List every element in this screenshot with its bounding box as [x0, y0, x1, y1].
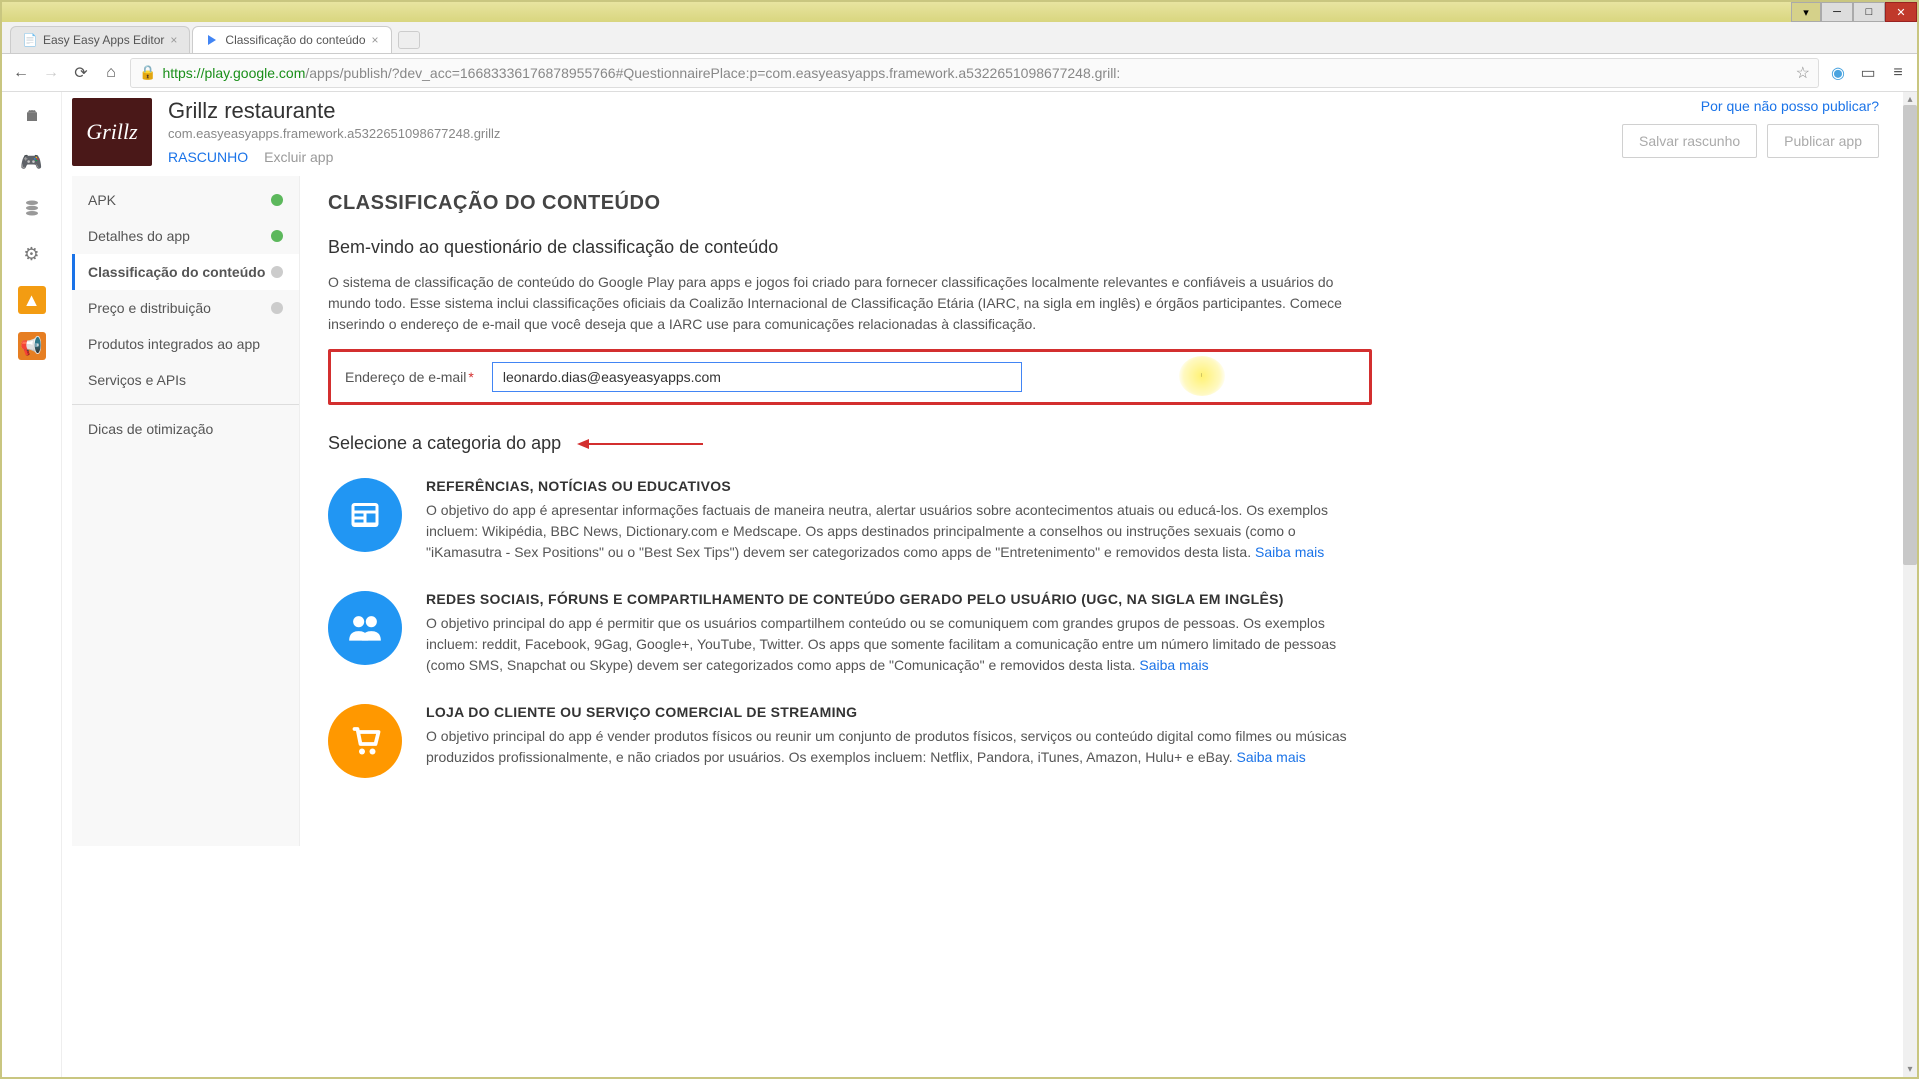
url-host: https://play.google.com [162, 65, 305, 81]
sidebar-item-pricing[interactable]: Preço e distribuição [72, 290, 299, 326]
status-dot-icon [271, 230, 283, 242]
new-tab-button[interactable] [398, 31, 420, 49]
tab-close-icon[interactable]: × [170, 33, 177, 47]
category-option[interactable]: REDES SOCIAIS, FÓRUNS E COMPARTILHAMENTO… [328, 591, 1372, 676]
news-icon [328, 478, 402, 552]
category-title: REFERÊNCIAS, NOTÍCIAS OU EDUCATIVOS [426, 478, 1372, 494]
maximize-button[interactable]: □ [1853, 2, 1885, 22]
app-window: ▾ ─ □ ✕ 📄 Easy Easy Apps Editor × Classi… [0, 0, 1919, 1079]
app-icon: Grillz [72, 98, 152, 166]
category-header: Selecione a categoria do app [328, 433, 1372, 454]
content-rating-page: CLASSIFICAÇÃO DO CONTEÚDO Bem-vindo ao q… [300, 176, 1400, 846]
tab-title: Easy Easy Apps Editor [43, 33, 164, 47]
status-dot-icon [271, 302, 283, 314]
play-icon [205, 33, 219, 47]
delete-app-link[interactable]: Excluir app [264, 149, 333, 165]
app-title: Grillz restaurante [168, 98, 1606, 124]
email-highlight-box: Endereço de e-mail* [328, 349, 1372, 405]
extension-icon[interactable]: ◉ [1827, 63, 1849, 83]
sidebar-item-label: APK [88, 192, 116, 208]
browser-tabstrip: 📄 Easy Easy Apps Editor × Classificação … [2, 22, 1917, 54]
scroll-thumb[interactable] [1903, 105, 1917, 565]
gamepad-icon[interactable]: 🎮 [18, 148, 46, 176]
android-icon[interactable] [18, 102, 46, 130]
sidebar-item-label: Preço e distribuição [88, 300, 211, 316]
group-icon [328, 591, 402, 665]
sidebar-item-label: Produtos integrados ao app [88, 336, 260, 352]
learn-more-link[interactable]: Saiba mais [1139, 657, 1208, 673]
left-rail: 🎮 ⚙ ▲ 📢 [2, 92, 62, 1077]
back-button[interactable]: ← [10, 64, 32, 82]
app-package: com.easyeasyapps.framework.a532265109867… [168, 126, 1606, 141]
forward-button[interactable]: → [40, 64, 62, 82]
reload-button[interactable]: ⟳ [70, 63, 92, 83]
sidebar-item-tips[interactable]: Dicas de otimização [72, 411, 299, 447]
category-option[interactable]: LOJA DO CLIENTE OU SERVIÇO COMERCIAL DE … [328, 704, 1372, 778]
scroll-track[interactable] [1903, 105, 1917, 1064]
select-category-heading: Selecione a categoria do app [328, 433, 561, 454]
tab-close-icon[interactable]: × [372, 33, 379, 47]
intro-description: O sistema de classificação de conteúdo d… [328, 272, 1372, 335]
favicon-icon: 📄 [23, 33, 37, 47]
email-label: Endereço de e-mail* [345, 369, 474, 385]
publish-app-button[interactable]: Publicar app [1767, 124, 1879, 158]
play-console: 🎮 ⚙ ▲ 📢 Grillz Grillz restaurante com.ea… [2, 92, 1917, 1077]
arrow-icon [575, 437, 705, 451]
sidebar-item-details[interactable]: Detalhes do app [72, 218, 299, 254]
why-publish-link[interactable]: Por que não posso publicar? [1701, 98, 1879, 114]
minimize-button[interactable]: ─ [1821, 2, 1853, 22]
category-title: REDES SOCIAIS, FÓRUNS E COMPARTILHAMENTO… [426, 591, 1372, 607]
sidebar-item-iap[interactable]: Produtos integrados ao app [72, 326, 299, 362]
close-button[interactable]: ✕ [1885, 2, 1917, 22]
sidebar-item-label: Dicas de otimização [88, 421, 213, 437]
app-header: Grillz Grillz restaurante com.easyeasyap… [62, 92, 1903, 176]
email-input[interactable] [492, 362, 1022, 392]
url-path: /apps/publish/?dev_acc=16683336176878955… [305, 65, 1120, 81]
database-icon[interactable] [18, 194, 46, 222]
sidebar-item-label: Detalhes do app [88, 228, 190, 244]
category-description: O objetivo do app é apresentar informaçõ… [426, 500, 1372, 563]
scroll-up-icon[interactable]: ▴ [1907, 94, 1912, 105]
sidebar-item-content-rating[interactable]: Classificação do conteúdo [72, 254, 299, 290]
cursor-highlight [1179, 356, 1225, 396]
window-titlebar: ▾ ─ □ ✕ [2, 2, 1917, 22]
page-heading: CLASSIFICAÇÃO DO CONTEÚDO [328, 192, 1372, 215]
category-description: O objetivo principal do app é vender pro… [426, 726, 1372, 768]
category-description: O objetivo principal do app é permitir q… [426, 613, 1372, 676]
menu-icon[interactable]: ≡ [1887, 64, 1909, 82]
scroll-down-icon[interactable]: ▾ [1907, 1064, 1912, 1075]
status-badge: RASCUNHO [168, 149, 248, 165]
status-dot-icon [271, 194, 283, 206]
sidebar-item-label: Classificação do conteúdo [88, 264, 265, 280]
sidebar-item-label: Serviços e APIs [88, 372, 186, 388]
bookmark-icon[interactable]: ☆ [1796, 63, 1810, 83]
alert-icon[interactable]: ▲ [18, 286, 46, 314]
cart-icon [328, 704, 402, 778]
main-area: Grillz Grillz restaurante com.easyeasyap… [62, 92, 1903, 1077]
learn-more-link[interactable]: Saiba mais [1236, 749, 1305, 765]
save-draft-button[interactable]: Salvar rascunho [1622, 124, 1757, 158]
sidebar-item-apk[interactable]: APK [72, 182, 299, 218]
home-button[interactable]: ⌂ [100, 64, 122, 82]
sidebar-item-services[interactable]: Serviços e APIs [72, 362, 299, 398]
category-title: LOJA DO CLIENTE OU SERVIÇO COMERCIAL DE … [426, 704, 1372, 720]
browser-tab[interactable]: 📄 Easy Easy Apps Editor × [10, 26, 190, 53]
announcement-icon[interactable]: 📢 [18, 332, 46, 360]
device-icon[interactable]: ▭ [1857, 63, 1879, 83]
text-cursor-icon [1201, 366, 1202, 384]
status-dot-icon [271, 266, 283, 278]
tab-title: Classificação do conteúdo [225, 33, 365, 47]
gear-icon[interactable]: ⚙ [18, 240, 46, 268]
browser-tab[interactable]: Classificação do conteúdo × [192, 26, 391, 53]
learn-more-link[interactable]: Saiba mais [1255, 544, 1324, 560]
section-sidebar: APK Detalhes do app Classificação do con… [72, 176, 300, 846]
welcome-subheading: Bem-vindo ao questionário de classificaç… [328, 237, 1372, 258]
address-bar[interactable]: 🔒 https://play.google.com/apps/publish/?… [130, 58, 1819, 88]
lock-icon: 🔒 [139, 64, 156, 81]
browser-toolbar: ← → ⟳ ⌂ 🔒 https://play.google.com/apps/p… [2, 54, 1917, 92]
vertical-scrollbar[interactable]: ▴ ▾ [1903, 92, 1917, 1077]
category-option[interactable]: REFERÊNCIAS, NOTÍCIAS OU EDUCATIVOS O ob… [328, 478, 1372, 563]
user-icon[interactable]: ▾ [1791, 2, 1821, 22]
